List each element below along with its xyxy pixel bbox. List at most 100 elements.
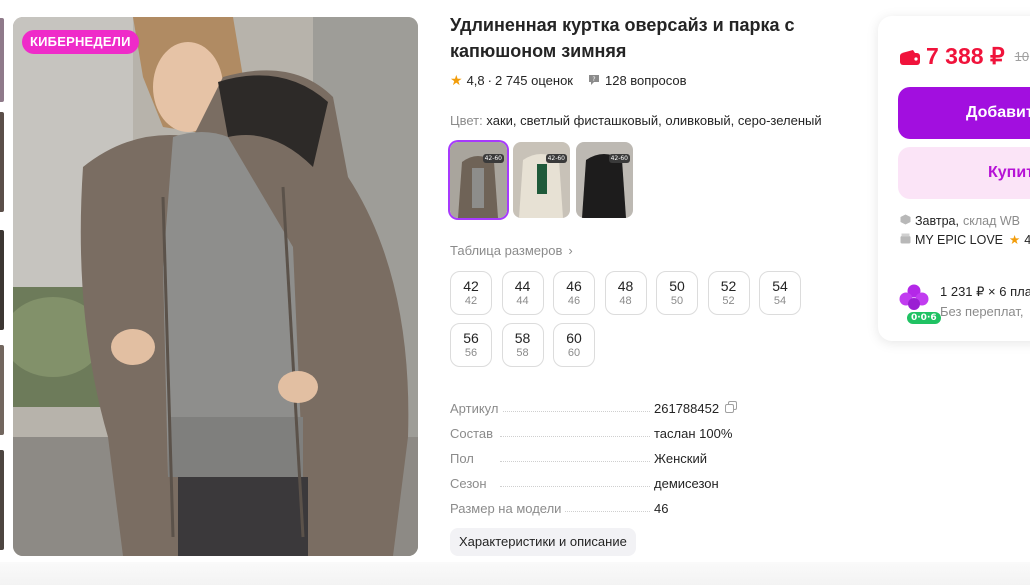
color-variant-khaki[interactable]: 42-60 <box>450 142 507 218</box>
question-icon: ? <box>588 74 600 86</box>
seller-name[interactable]: MY EPIC LOVE <box>915 233 1003 247</box>
promo-badge: КИБЕРНЕДЕЛИ <box>22 30 139 54</box>
product-photo-illustration <box>13 17 418 556</box>
variant-size-tag: 42-60 <box>482 154 504 163</box>
page-bottom-band <box>0 562 1030 585</box>
delivery-day: Завтра, <box>915 214 959 228</box>
characteristics-button[interactable]: Характеристики и описание <box>450 528 636 556</box>
delivery-info: Завтра, склад WB <box>900 214 1020 228</box>
seller-rating: 4 <box>1024 232 1030 247</box>
spec-row-season: Сезон демисезон <box>450 471 750 496</box>
spec-value: 261788452 <box>654 401 738 416</box>
dotted-leader <box>500 486 650 487</box>
thumbnail[interactable] <box>0 112 4 212</box>
color-label: Цвет: <box>450 113 483 128</box>
size-chip-46[interactable]: 46 46 <box>553 271 595 315</box>
spec-row-gender: Пол Женский <box>450 446 750 471</box>
spec-key: Артикул <box>450 401 503 416</box>
spec-value: 46 <box>654 501 669 516</box>
size-label: 56 <box>463 330 479 346</box>
wallet-icon <box>900 49 920 65</box>
size-sub-label: 56 <box>464 347 478 359</box>
size-sub-label: 54 <box>773 295 787 307</box>
size-label: 58 <box>514 330 531 346</box>
rating-row[interactable]: ★ 4,8 · 2 745 оценок ? 128 вопросов <box>450 71 687 89</box>
installment-badge: 0·0·6 <box>907 312 941 324</box>
size-label: 50 <box>669 278 685 294</box>
back-arrow-icon[interactable]: ← <box>451 576 465 585</box>
star-icon: ★ <box>1009 233 1021 247</box>
installment-note: Без переплат, <box>940 304 1024 319</box>
star-icon: ★ <box>450 71 463 88</box>
size-chip-48[interactable]: 48 48 <box>604 271 647 315</box>
copy-icon[interactable] <box>725 401 738 416</box>
color-value: хаки, светлый фисташковый, оливковый, се… <box>486 113 822 128</box>
dotted-leader <box>500 411 650 412</box>
spec-key: Состав <box>450 426 498 441</box>
product-specs: Артикул 261788452 Состав таслан 100% Пол… <box>450 396 750 521</box>
size-chip-54[interactable]: 54 54 <box>759 271 801 315</box>
size-sub-label: 60 <box>567 347 581 359</box>
box-icon <box>900 214 911 228</box>
thumbnail[interactable] <box>0 18 4 102</box>
size-table-link[interactable]: Таблица размеров › <box>450 243 573 258</box>
size-selector: 42 42 44 44 46 46 48 48 50 50 52 52 54 54 56 56 … <box>450 271 850 367</box>
size-sub-label: 46 <box>567 295 581 307</box>
size-chip-50[interactable]: 50 50 <box>656 271 698 315</box>
chevron-right-icon: › <box>568 243 573 258</box>
dotted-leader <box>500 436 650 437</box>
spec-row-model-size: Размер на модели 46 <box>450 496 750 521</box>
installment-info[interactable]: 0·0·6 1 231 ₽ × 6 пла Без переплат, <box>898 284 1030 324</box>
questions-count[interactable]: 128 вопросов <box>605 73 687 88</box>
old-price: 10 <box>1014 49 1030 64</box>
size-label: 42 <box>463 278 479 294</box>
size-table-label: Таблица размеров <box>450 243 563 258</box>
color-variants: 42-60 42-60 42-60 <box>450 142 633 218</box>
delivery-store: склад WB <box>962 214 1020 228</box>
size-sub-label: 50 <box>670 295 684 307</box>
thumbnail[interactable] <box>0 230 4 330</box>
installment-amount: 1 231 ₽ × 6 пла <box>940 284 1030 299</box>
spec-row-composition: Состав таслан 100% <box>450 421 750 446</box>
size-sub-label: 58 <box>516 347 529 359</box>
spec-value: таслан 100% <box>654 426 733 441</box>
size-label: 54 <box>772 278 788 294</box>
spec-value: Женский <box>654 451 707 466</box>
color-row: Цвет: хаки, светлый фисташковый, оливков… <box>450 113 822 128</box>
size-sub-label: 42 <box>464 295 478 307</box>
size-chip-42[interactable]: 42 42 <box>450 271 492 315</box>
buy-now-button[interactable]: Купить <box>898 147 1030 199</box>
size-chip-44[interactable]: 44 44 <box>501 271 544 315</box>
spec-key: Сезон <box>450 476 491 491</box>
article-number: 261788452 <box>654 401 720 416</box>
separator-dot: · <box>487 72 492 88</box>
spec-value: демисезон <box>654 476 719 491</box>
size-label: 60 <box>566 330 582 346</box>
thumbnail[interactable] <box>0 450 4 550</box>
thumbnail-strip[interactable] <box>0 0 4 560</box>
product-main-photo[interactable] <box>13 17 418 556</box>
size-label: 46 <box>566 278 582 294</box>
price-row: 7 388 ₽ 10 <box>900 43 1029 70</box>
reviews-count[interactable]: 2 745 оценок <box>495 73 573 88</box>
color-variant-black[interactable]: 42-60 <box>576 142 633 218</box>
variant-size-tag: 42-60 <box>608 154 630 163</box>
spec-key: Пол <box>450 451 478 466</box>
size-label: 52 <box>720 278 737 294</box>
shop-icon <box>900 233 911 247</box>
add-to-cart-button[interactable]: Добавить <box>898 87 1030 139</box>
size-sub-label: 48 <box>619 295 632 307</box>
spec-row-article: Артикул 261788452 <box>450 396 750 421</box>
size-chip-52[interactable]: 52 52 <box>707 271 750 315</box>
variant-size-tag: 42-60 <box>545 154 567 163</box>
size-chip-60[interactable]: 60 60 <box>553 323 595 367</box>
svg-text:?: ? <box>592 76 595 83</box>
size-label: 48 <box>617 278 634 294</box>
seller-info[interactable]: MY EPIC LOVE ★ 4 <box>900 232 1030 247</box>
clover-icon <box>899 284 929 310</box>
dotted-leader <box>500 461 650 462</box>
color-variant-light-pistachio[interactable]: 42-60 <box>513 142 570 218</box>
thumbnail[interactable] <box>0 345 4 435</box>
size-chip-56[interactable]: 56 56 <box>450 323 492 367</box>
size-chip-58[interactable]: 58 58 <box>501 323 544 367</box>
